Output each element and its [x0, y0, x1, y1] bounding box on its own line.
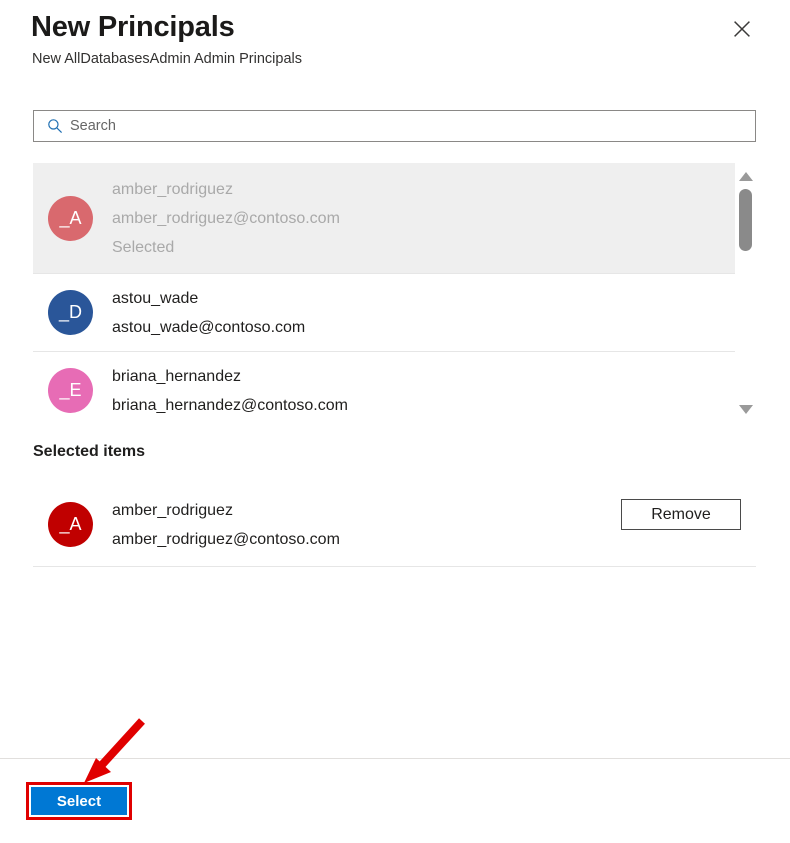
- scroll-down-arrow-icon[interactable]: [735, 400, 756, 418]
- selected-item-row: _A amber_rodriguez amber_rodriguez@conto…: [33, 488, 756, 561]
- list-item-email: astou_wade@contoso.com: [112, 318, 306, 336]
- selected-item-text: amber_rodriguez amber_rodriguez@contoso.…: [112, 496, 340, 554]
- results-area: _A amber_rodriguez amber_rodriguez@conto…: [33, 163, 756, 418]
- avatar: _A: [48, 502, 93, 547]
- search-icon: [40, 118, 70, 134]
- page-title: New Principals: [31, 11, 235, 43]
- footer-divider: [0, 758, 790, 759]
- avatar-initials: _E: [59, 380, 82, 400]
- search-box[interactable]: [33, 110, 756, 142]
- list-item-text: astou_wade astou_wade@contoso.com: [112, 284, 305, 342]
- list-item-text: amber_rodriguez amber_rodriguez@contoso.…: [112, 175, 340, 262]
- list-item-name: amber_rodriguez: [112, 180, 233, 198]
- results-scrollbar[interactable]: [735, 163, 756, 418]
- select-button[interactable]: Select: [31, 787, 127, 815]
- page-subtitle: New AllDatabasesAdmin Admin Principals: [32, 51, 302, 67]
- selected-items-heading: Selected items: [33, 443, 146, 460]
- avatar-initials: _A: [59, 207, 82, 228]
- avatar-initials: _D: [58, 302, 82, 322]
- scroll-up-arrow-icon[interactable]: [735, 167, 756, 185]
- selected-item-name: amber_rodriguez: [112, 501, 233, 519]
- results-list[interactable]: _A amber_rodriguez amber_rodriguez@conto…: [33, 163, 735, 418]
- avatar: _A: [48, 195, 93, 241]
- list-item-email: amber_rodriguez@contoso.com: [112, 209, 340, 227]
- selected-item-email: amber_rodriguez@contoso.com: [112, 530, 340, 548]
- avatar: _E: [48, 368, 93, 413]
- list-item[interactable]: _E briana_hernandez briana_hernandez@con…: [33, 352, 735, 418]
- close-button[interactable]: [726, 13, 758, 45]
- list-item-name: briana_hernandez: [112, 367, 241, 385]
- close-icon: [733, 20, 751, 38]
- panel-header: New Principals New AllDatabasesAdmin Adm…: [0, 0, 790, 92]
- list-item[interactable]: _D astou_wade astou_wade@contoso.com: [33, 274, 735, 351]
- avatar: _D: [48, 290, 93, 335]
- list-item-name: astou_wade: [112, 289, 199, 307]
- avatar-initials: _A: [59, 514, 82, 534]
- list-item-email: briana_hernandez@contoso.com: [112, 396, 348, 414]
- scrollbar-thumb[interactable]: [739, 189, 752, 251]
- list-item-status: Selected: [112, 238, 175, 256]
- search-input[interactable]: [70, 112, 755, 140]
- remove-button[interactable]: Remove: [621, 499, 741, 530]
- list-item-text: briana_hernandez briana_hernandez@contos…: [112, 362, 348, 419]
- selected-item-divider: [33, 566, 756, 567]
- list-item[interactable]: _A amber_rodriguez amber_rodriguez@conto…: [33, 163, 735, 273]
